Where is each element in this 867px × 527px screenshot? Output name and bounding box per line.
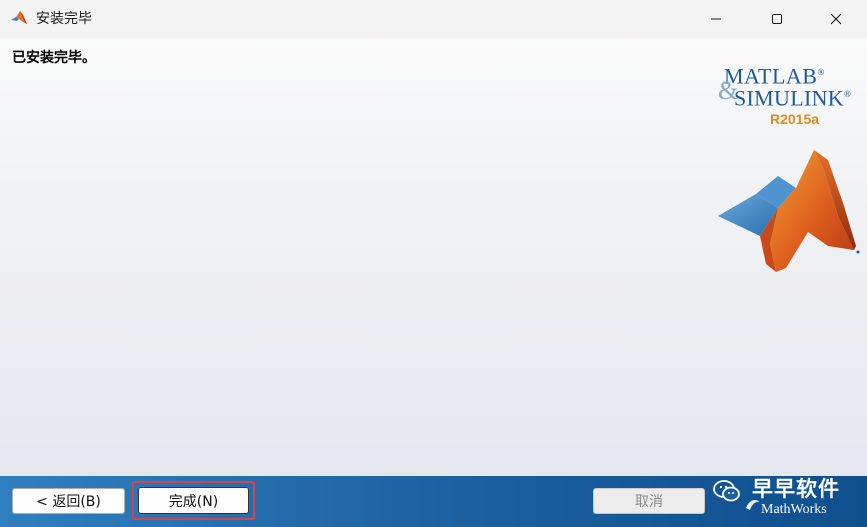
back-button[interactable]: < 返回(B) [12, 488, 125, 514]
title-bar: 安装完毕 [0, 0, 867, 38]
watermark-text: 早早软件 [752, 477, 840, 501]
wechat-icon [713, 480, 740, 502]
logo-registered-mark: ® [817, 67, 825, 77]
close-icon [830, 13, 842, 25]
installer-window: 安装完毕 已安装完毕。 MATLAB® & SIMULINK® R2015a <… [0, 0, 867, 527]
cancel-button[interactable]: 取消 [593, 488, 705, 514]
completion-heading: 已安装完毕。 [12, 50, 96, 66]
window-title: 安装完毕 [36, 11, 92, 27]
minimize-icon [711, 18, 721, 20]
logo-simulink-text: SIMULINK [734, 85, 844, 111]
matlab-membrane-icon [11, 11, 27, 24]
close-button[interactable] [813, 0, 859, 38]
mathworks-logo-icon [746, 500, 760, 510]
matlab-membrane-logo [718, 150, 860, 272]
mathworks-wordmark: MathWorks [761, 502, 827, 517]
minimize-button[interactable] [693, 0, 739, 38]
finish-button[interactable]: 完成(N) [138, 487, 249, 514]
logo-simulink-wordmark: SIMULINK® [734, 82, 851, 110]
maximize-icon [772, 14, 782, 24]
logo-registered-mark-2: ® [843, 89, 852, 99]
maximize-button[interactable] [754, 0, 800, 38]
logo-release-version: R2015a [770, 111, 820, 127]
